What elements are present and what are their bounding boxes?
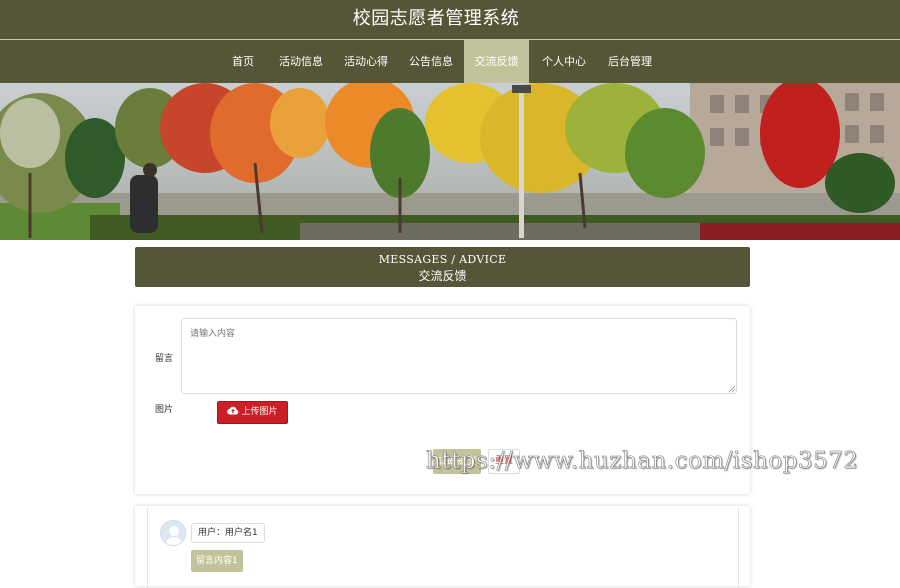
section-title: MESSAGES / ADVICE 交流反馈	[135, 247, 750, 287]
nav-item-feedback[interactable]: 交流反馈	[464, 40, 529, 83]
nav-item-admin[interactable]: 后台管理	[603, 40, 657, 83]
watermark-text: https://www.huzhan.com/ishop3572	[426, 448, 859, 475]
upload-image-label: 上传图片	[241, 407, 278, 417]
nav-item-home[interactable]: 首页	[222, 40, 264, 83]
message-content: 留言内容1	[191, 550, 243, 572]
section-title-en: MESSAGES / ADVICE	[378, 253, 507, 266]
nav-item-announcements[interactable]: 公告信息	[404, 40, 458, 83]
section-title-cn: 交流反馈	[418, 269, 467, 283]
upload-image-button[interactable]: 上传图片	[217, 401, 288, 424]
user-avatar-icon	[160, 520, 186, 546]
cloud-upload-icon	[227, 406, 239, 415]
list-item: 用户：用户名1 留言内容1	[147, 508, 739, 588]
message-label: 留言	[155, 354, 174, 364]
image-label: 图片	[155, 405, 174, 415]
nav-item-activity-info[interactable]: 活动信息	[274, 40, 328, 83]
message-user: 用户：用户名1	[191, 523, 265, 543]
nav-item-activity-experience[interactable]: 活动心得	[339, 40, 393, 83]
banner-image	[0, 83, 900, 240]
message-list: 用户：用户名1 留言内容1	[135, 506, 750, 588]
site-header: 校园志愿者管理系统	[0, 0, 900, 40]
message-textarea[interactable]	[181, 318, 737, 394]
nav-item-personal-center[interactable]: 个人中心	[537, 40, 591, 83]
resize-grip-icon[interactable]	[728, 385, 736, 393]
site-title: 校园志愿者管理系统	[352, 8, 520, 29]
main-nav: 首页 活动信息 活动心得 公告信息 交流反馈 个人中心 后台管理	[0, 40, 900, 83]
